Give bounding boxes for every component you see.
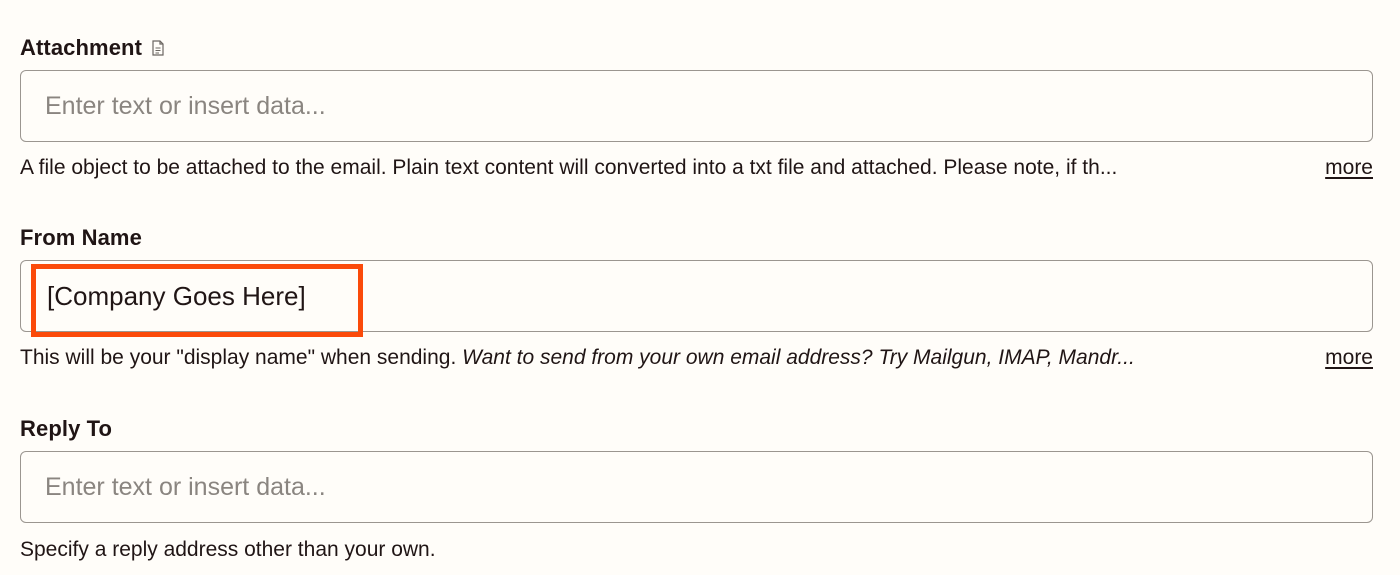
from-name-value: [Company Goes Here] bbox=[47, 280, 306, 311]
from-name-label-row: From Name bbox=[20, 224, 1375, 252]
attachment-more-link[interactable]: more bbox=[1325, 156, 1373, 180]
reply-to-placeholder: Enter text or insert data... bbox=[45, 472, 326, 501]
reply-to-input[interactable]: Enter text or insert data... bbox=[20, 451, 1373, 523]
from-name-help-plain: This will be your "display name" when se… bbox=[20, 346, 463, 369]
attachment-field: Attachment Enter text or insert data... … bbox=[20, 34, 1375, 179]
from-name-more-link[interactable]: more bbox=[1325, 346, 1373, 370]
from-name-field: From Name [Company Goes Here] This will … bbox=[20, 224, 1375, 369]
attachment-help-row: A file object to be attached to the emai… bbox=[20, 156, 1375, 180]
from-name-help-italic: Want to send from your own email address… bbox=[462, 346, 1135, 369]
from-name-label: From Name bbox=[20, 225, 142, 250]
attachment-label-row: Attachment bbox=[20, 34, 1375, 62]
attachment-label: Attachment bbox=[20, 35, 143, 60]
reply-to-label: Reply To bbox=[20, 416, 113, 441]
reply-to-label-row: Reply To bbox=[20, 415, 1375, 443]
reply-to-help-row: Specify a reply address other than your … bbox=[20, 538, 1375, 562]
from-name-help-text: This will be your "display name" when se… bbox=[20, 346, 1135, 370]
file-icon bbox=[152, 40, 164, 56]
reply-to-help-text: Specify a reply address other than your … bbox=[20, 538, 436, 561]
attachment-input[interactable]: Enter text or insert data... bbox=[20, 70, 1373, 142]
attachment-help-text: A file object to be attached to the emai… bbox=[20, 156, 1118, 179]
attachment-placeholder: Enter text or insert data... bbox=[45, 91, 326, 120]
from-name-input[interactable]: [Company Goes Here] bbox=[20, 260, 1373, 332]
from-name-help-row: This will be your "display name" when se… bbox=[20, 346, 1375, 370]
reply-to-field: Reply To Enter text or insert data... Sp… bbox=[20, 415, 1375, 561]
